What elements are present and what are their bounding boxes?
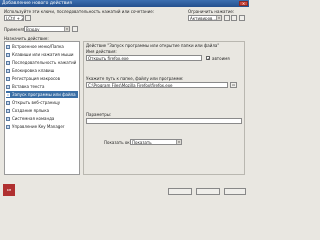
window-title: Добавление нового действия — [2, 1, 72, 6]
show-window-value: Показать — [132, 140, 152, 145]
action-type-icon — [6, 93, 10, 97]
action-list-item-label: Встроенное меню/Папка — [12, 44, 64, 49]
action-type-icon — [6, 45, 10, 49]
action-details-group — [83, 41, 245, 175]
action-list-item-label: Открыть веб-страницу — [12, 100, 61, 105]
help-button[interactable] — [224, 188, 246, 195]
action-type-icon — [6, 125, 10, 129]
auto-name-label: автоимя — [212, 56, 230, 61]
action-list-item[interactable]: Системная команда — [6, 115, 78, 122]
action-list-item[interactable]: Блокировка клавиш — [6, 67, 78, 74]
action-type-icon — [6, 101, 10, 105]
action-type-icon — [6, 117, 10, 121]
app-scope-combo[interactable]: Всюду ▾ — [24, 26, 70, 32]
action-name-value: Открыть firefox.exe — [88, 56, 129, 61]
logo-text: KM — [6, 188, 12, 192]
action-list-item[interactable]: Создание ярлыка — [6, 107, 78, 114]
action-list-item-label: Клавиши или нажатия мыши — [12, 52, 74, 57]
shortcut-label: Ограничить нажатие: — [188, 9, 235, 14]
hotkey-options-button[interactable] — [25, 15, 31, 21]
action-type-icon — [6, 109, 10, 113]
action-type-icon — [6, 69, 10, 73]
action-type-icon — [6, 77, 10, 81]
action-list-item[interactable]: Открыть веб-страницу — [6, 99, 78, 106]
action-list: Встроенное меню/Папка Клавиши или нажатия… — [4, 41, 80, 175]
close-button[interactable]: × — [239, 1, 248, 6]
action-list-item-label: Системная команда — [12, 116, 55, 121]
auto-name-checkbox[interactable]: ✓ — [206, 56, 210, 61]
path-value: C:\Program Files\Mozilla Firefox\firefox… — [88, 83, 173, 88]
show-window-combo[interactable]: Показать ▾ — [130, 139, 182, 145]
params-field[interactable] — [86, 118, 242, 124]
action-list-item[interactable]: Вставка текста — [6, 83, 78, 90]
ok-button[interactable] — [168, 188, 192, 195]
action-name-label: Имя действия: — [86, 49, 117, 54]
hotkey-field[interactable]: LCtrl + 2 — [4, 15, 24, 21]
app-logo: KM — [3, 184, 15, 196]
shortcut-value: Активиров... — [190, 16, 217, 21]
app-scope-add-button[interactable] — [72, 26, 78, 32]
window-titlebar: Добавление нового действия — [0, 0, 249, 7]
chevron-down-icon: ▾ — [64, 27, 69, 31]
action-list-item-label: Последовательность нажатий — [12, 60, 77, 65]
action-list-item-label: Регистрация макросов — [12, 76, 60, 81]
path-label: Укажите путь к папке, файлу или программ… — [86, 76, 184, 81]
browse-button[interactable]: ▭ — [230, 82, 237, 88]
action-type-icon — [6, 85, 10, 89]
action-type-icon — [6, 53, 10, 57]
action-list-item[interactable]: Встроенное меню/Папка — [6, 43, 78, 50]
shortcut-combo[interactable]: Активиров... ▾ — [188, 15, 222, 21]
cancel-button[interactable] — [196, 188, 220, 195]
action-list-item-label: Вставка текста — [12, 84, 45, 89]
action-list-item[interactable]: Регистрация макросов — [6, 75, 78, 82]
action-list-item[interactable]: Управление Key Manager — [6, 123, 78, 130]
action-list-item[interactable]: Запуск программы или файла — [6, 91, 78, 98]
action-list-item-label: Запуск программы или файла — [12, 92, 76, 97]
folder-icon: ▭ — [231, 83, 236, 87]
action-list-item[interactable]: Последовательность нажатий — [6, 59, 78, 66]
action-name-field[interactable]: Открыть firefox.exe — [86, 55, 202, 61]
shortcut-down-button[interactable] — [231, 15, 237, 21]
action-list-item-label: Управление Key Manager — [12, 124, 65, 129]
chevron-down-icon: ▾ — [216, 16, 221, 20]
shortcut-clear-button[interactable] — [239, 15, 245, 21]
action-type-icon — [6, 61, 10, 65]
action-list-item[interactable]: Клавиши или нажатия мыши — [6, 51, 78, 58]
chevron-down-icon: ▾ — [176, 140, 181, 144]
shortcut-up-button[interactable] — [224, 15, 230, 21]
action-list-item-label: Блокировка клавиш — [12, 68, 55, 73]
params-label: Параметры: — [86, 112, 112, 117]
path-field[interactable]: C:\Program Files\Mozilla Firefox\firefox… — [86, 82, 228, 88]
hotkey-value: LCtrl + 2 — [6, 16, 24, 21]
close-icon: × — [241, 1, 246, 6]
action-list-item-label: Создание ярлыка — [12, 108, 50, 113]
app-scope-value: Всюду — [26, 27, 40, 32]
details-heading: Действие "Запуск программы или открытие … — [86, 43, 220, 48]
hotkey-description: Используйте эти ключи, последовательност… — [4, 9, 155, 14]
